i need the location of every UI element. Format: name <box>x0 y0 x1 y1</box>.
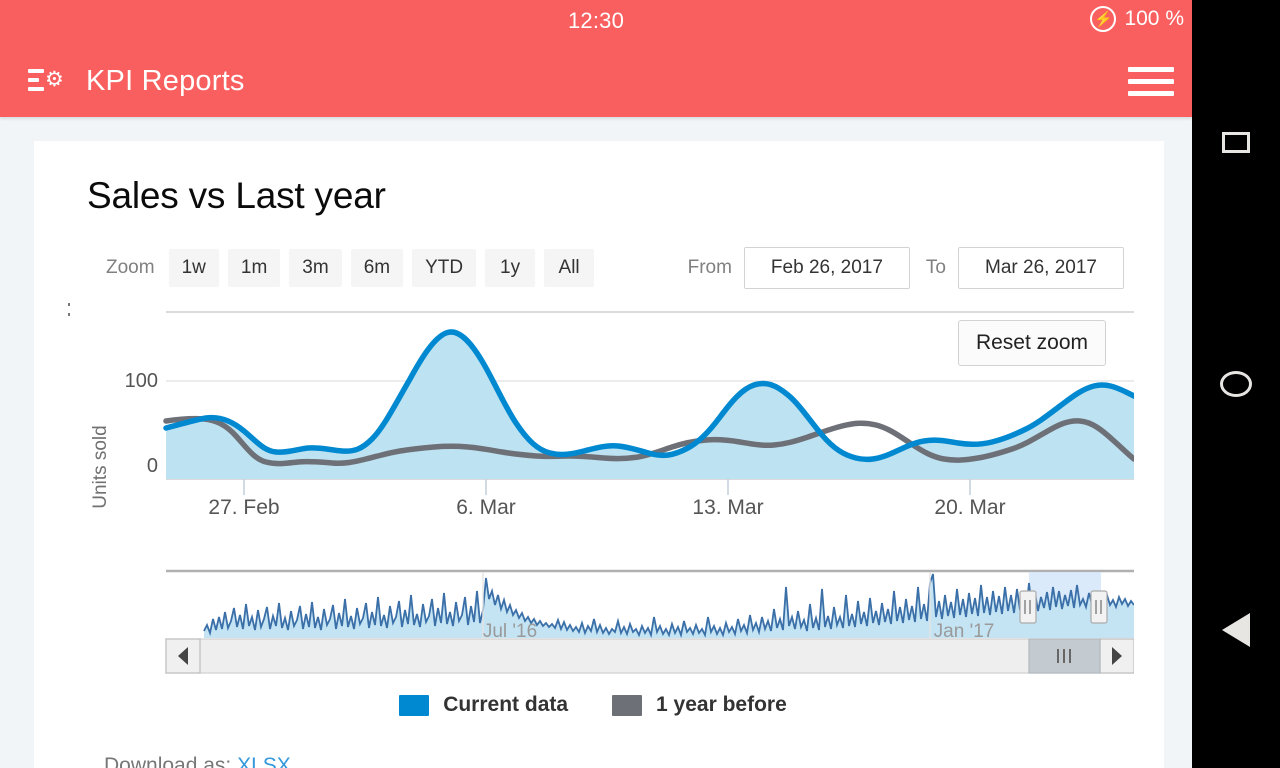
download-label: Download as: <box>104 754 232 768</box>
download-xlsx-link[interactable]: XLSX <box>237 754 291 768</box>
scroll-left-arrow-icon[interactable] <box>165 638 201 674</box>
x-tick-label-0: 27. Feb <box>208 496 279 519</box>
list-lines-icon <box>28 68 44 96</box>
range-selector: Zoom 1w 1m 3m 6m YTD 1y All From Feb 26,… <box>54 217 1132 289</box>
date-range-inputs: From Feb 26, 2017 To Mar 26, 2017 <box>688 247 1124 289</box>
chart-container[interactable]: Reset zoom Units sold 100 0 27. Feb 6. M… <box>54 299 1134 689</box>
to-label: To <box>925 257 946 278</box>
range-button-1m[interactable]: 1m <box>227 249 281 287</box>
navigator-scrollbar-thumb[interactable] <box>1028 638 1101 674</box>
reset-zoom-button[interactable]: Reset zoom <box>957 320 1106 366</box>
legend-swatch-current-data <box>399 694 430 716</box>
status-clock: 12:30 <box>567 8 625 33</box>
report-card: Sales vs Last year Zoom 1w 1m 3m 6m YTD … <box>34 141 1164 768</box>
range-button-all[interactable]: All <box>544 249 595 287</box>
chart-legend: Current data 1 year before <box>54 693 1132 717</box>
y-tick-0: 0 <box>147 455 158 477</box>
range-button-6m[interactable]: 6m <box>350 249 404 287</box>
x-tick-label-3: 20. Mar <box>934 496 1005 519</box>
legend-item-current-data[interactable]: Current data <box>399 693 568 717</box>
from-date-input[interactable]: Feb 26, 2017 <box>743 247 910 289</box>
legend-label-current-data: Current data <box>443 693 569 716</box>
y-axis-title: Units sold <box>90 425 111 508</box>
gear-icon: ⚙ <box>45 67 64 91</box>
scroll-right-arrow-icon[interactable] <box>1099 638 1134 674</box>
page-title: Sales vs Last year <box>87 175 386 216</box>
content-area: Sales vs Last year Zoom 1w 1m 3m 6m YTD … <box>0 117 1192 768</box>
chart-navigator[interactable]: Jul '16 Jan '17 <box>165 569 1134 674</box>
chart-context-menu-icon[interactable] <box>68 303 82 325</box>
navigator-left-handle-icon[interactable] <box>1019 590 1037 624</box>
hamburger-menu-icon[interactable] <box>1128 65 1174 99</box>
triangle-back-icon[interactable] <box>1192 604 1280 656</box>
range-button-1w[interactable]: 1w <box>168 249 219 287</box>
square-recents-icon[interactable] <box>1192 120 1280 164</box>
circle-home-icon[interactable] <box>1192 362 1280 406</box>
x-tick-label-2: 13. Mar <box>692 496 763 519</box>
navigator-right-handle-icon[interactable] <box>1090 590 1108 624</box>
download-row: Download as: XLSX <box>54 717 1132 768</box>
phone-viewport: 12:30 ⚡ 100 % ⚙ KPI Reports Sales vs Las… <box>0 0 1192 768</box>
from-label: From <box>687 257 732 278</box>
range-button-3m[interactable]: 3m <box>289 249 342 287</box>
screen: 12:30 ⚡ 100 % ⚙ KPI Reports Sales vs Las… <box>0 0 1280 768</box>
legend-label-last-year: 1 year before <box>656 693 787 716</box>
list-gear-icon: ⚙ <box>28 65 70 99</box>
battery-charging-icon: ⚡ <box>1090 6 1117 32</box>
legend-swatch-last-year <box>612 694 643 716</box>
battery-level-text: 100 % <box>1124 7 1184 30</box>
zoom-label: Zoom <box>106 257 155 278</box>
legend-item-last-year[interactable]: 1 year before <box>612 693 787 717</box>
x-tick-label-1: 6. Mar <box>456 496 516 519</box>
status-battery: ⚡ 100 % <box>1090 6 1184 32</box>
app-title: KPI Reports <box>86 65 245 97</box>
y-tick-100: 100 <box>125 370 158 392</box>
range-button-1y[interactable]: 1y <box>485 249 536 287</box>
navigator-scrollbar-track[interactable] <box>165 638 1134 674</box>
android-nav-bar <box>1192 0 1280 768</box>
range-button-ytd[interactable]: YTD <box>412 249 477 287</box>
status-bar: 12:30 ⚡ 100 % <box>0 0 1192 46</box>
to-date-input[interactable]: Mar 26, 2017 <box>958 247 1124 289</box>
app-bar: ⚙ KPI Reports <box>0 46 1192 117</box>
